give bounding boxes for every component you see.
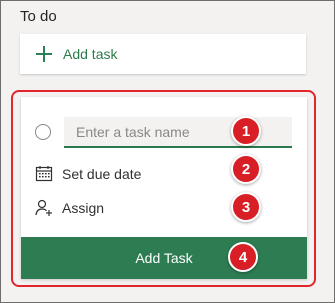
highlight-outline bbox=[11, 90, 316, 287]
section-title: To do bbox=[20, 8, 57, 25]
add-task-label: Add task bbox=[63, 46, 118, 62]
callout-badge-4: 4 bbox=[228, 242, 258, 272]
plus-icon bbox=[36, 46, 52, 62]
callout-badge-2: 2 bbox=[231, 154, 261, 184]
callout-badge-1: 1 bbox=[231, 116, 261, 146]
add-task-row[interactable]: Add task bbox=[20, 34, 306, 74]
callout-badge-3: 3 bbox=[231, 192, 261, 222]
